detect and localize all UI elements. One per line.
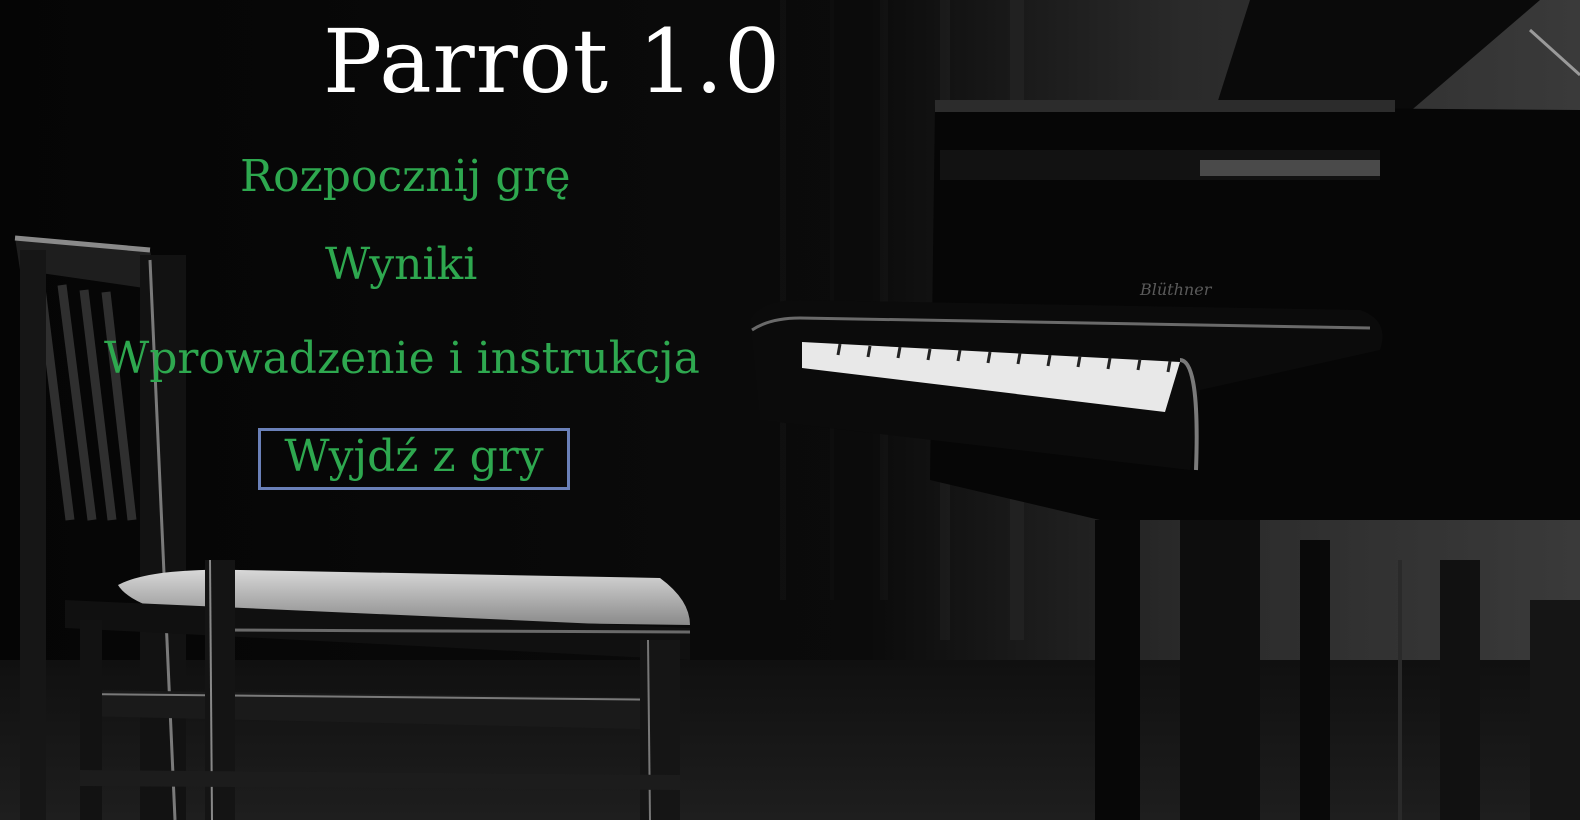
menu-item-scores[interactable]: Wyniki [325, 238, 477, 292]
menu-item-exit-game[interactable]: Wyjdź z gry [258, 428, 570, 490]
game-title: Parrot 1.0 [322, 10, 782, 113]
background-photo: Blüthner [0, 0, 1580, 820]
menu-item-introduction[interactable]: Wprowadzenie i instrukcja [104, 332, 700, 386]
svg-text:Blüthner: Blüthner [1139, 280, 1213, 299]
menu-item-start-game[interactable]: Rozpocznij grę [240, 150, 571, 204]
